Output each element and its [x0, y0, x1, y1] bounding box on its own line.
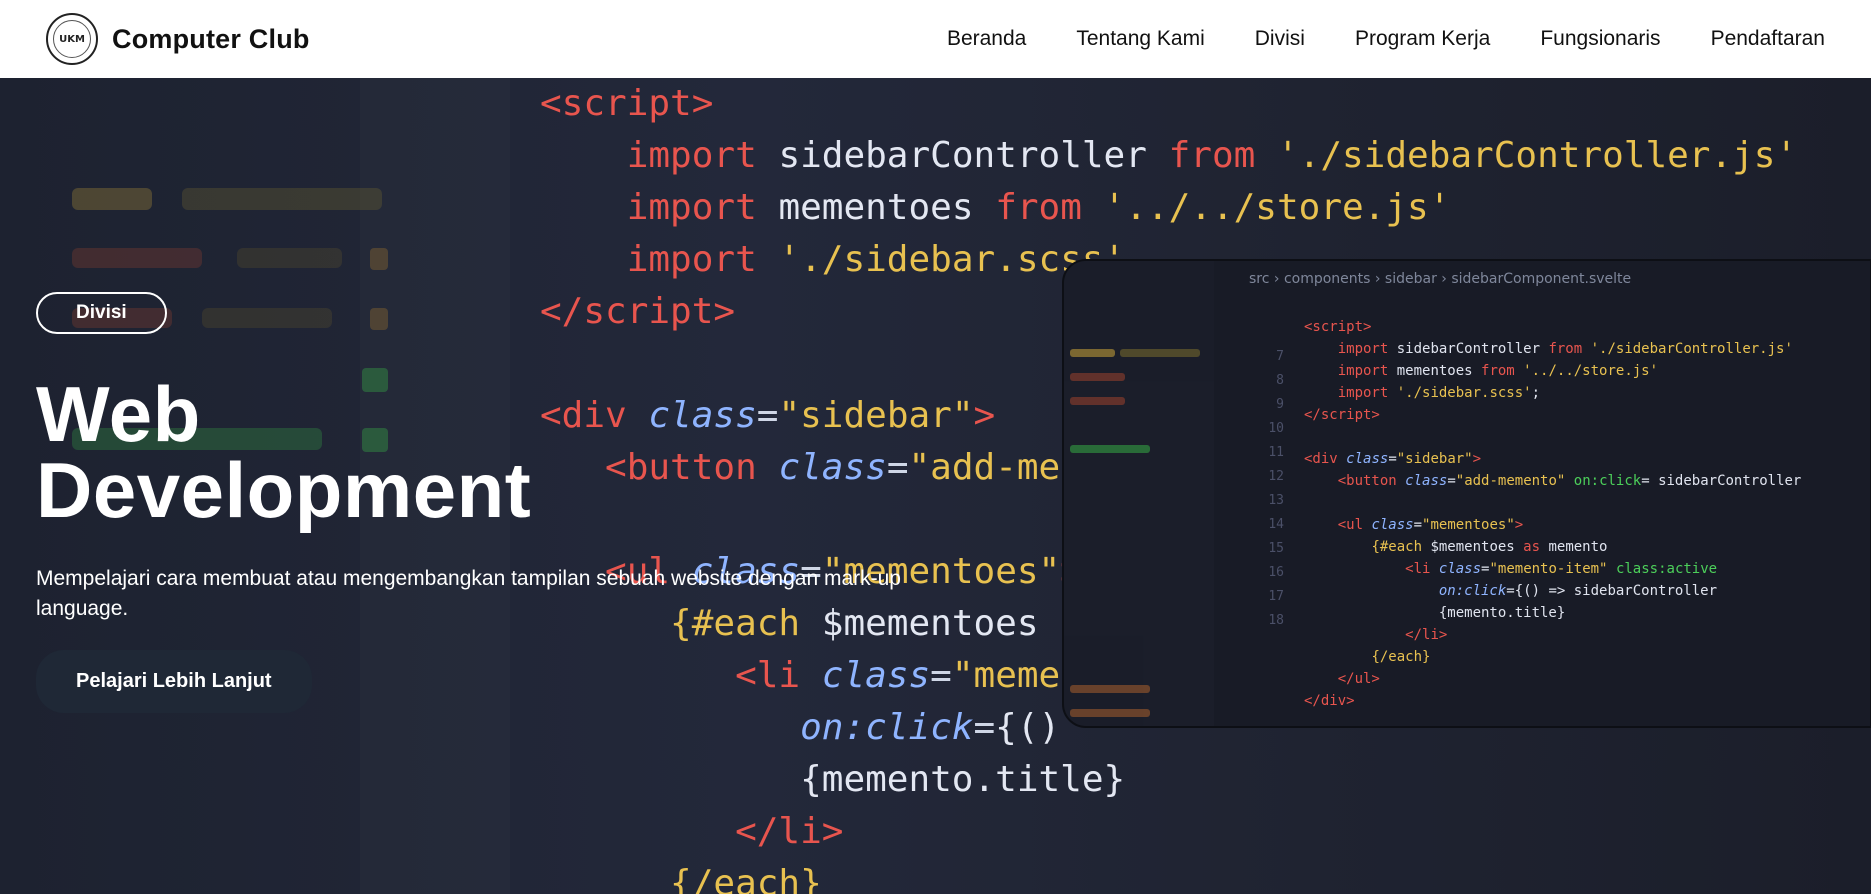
nav-pendaftaran[interactable]: Pendaftaran — [1686, 27, 1825, 51]
code-preview-image: src › components › sidebar › sidebarComp… — [1062, 259, 1871, 728]
nav-beranda[interactable]: Beranda — [922, 27, 1051, 51]
code-preview-filelist — [1064, 261, 1214, 726]
hero-title: Web Development — [36, 370, 916, 534]
nav-fungsionaris[interactable]: Fungsionaris — [1515, 27, 1685, 51]
learn-more-button[interactable]: Pelajari Lebih Lanjut — [36, 650, 312, 713]
club-logo[interactable]: UKM — [46, 13, 98, 65]
nav-program-kerja[interactable]: Program Kerja — [1330, 27, 1515, 51]
site-header: UKM Computer Club Beranda Tentang Kami D… — [0, 0, 1871, 78]
code-preview-breadcrumb: src › components › sidebar › sidebarComp… — [1249, 271, 1632, 287]
hero-title-line1: Web — [36, 370, 201, 458]
division-pill: Divisi — [36, 292, 167, 334]
nav-divisi[interactable]: Divisi — [1230, 27, 1330, 51]
club-logo-text: UKM — [53, 20, 91, 58]
brand-name[interactable]: Computer Club — [112, 24, 310, 55]
hero-content: Divisi Web Development Mempelajari cara … — [36, 292, 916, 713]
code-preview-line-numbers: 7 8 9 10 11 12 13 14 15 16 17 18 — [1268, 349, 1284, 628]
hero-description: Mempelajari cara membuat atau mengembang… — [36, 567, 901, 620]
hero-section: <script> import sidebarController from '… — [0, 78, 1871, 894]
brand[interactable]: UKM Computer Club — [46, 13, 310, 65]
code-preview-code: <script> import sidebarController from '… — [1304, 319, 1802, 709]
main-nav: Beranda Tentang Kami Divisi Program Kerj… — [922, 27, 1825, 51]
hero-title-line2: Development — [36, 446, 532, 534]
nav-tentang-kami[interactable]: Tentang Kami — [1051, 27, 1229, 51]
